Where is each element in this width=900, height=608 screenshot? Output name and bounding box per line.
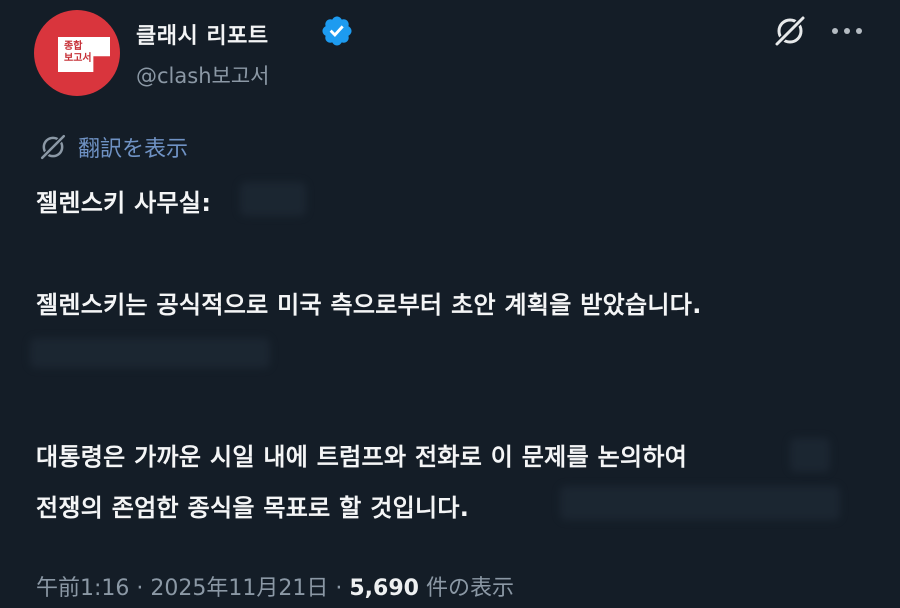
- blurred-region: [790, 438, 830, 472]
- tweet-card: 종합 보고서 클래시 리포트 @clash보고서 翻訳を表示 젤렌스키 사무실:…: [0, 0, 900, 608]
- verified-badge-icon: [322, 16, 352, 46]
- avatar-logo-text: 종합 보고서: [64, 41, 92, 64]
- more-dots-icon[interactable]: [830, 26, 864, 36]
- post-text-line: 전쟁의 존엄한 종식을 목표로 할 것입니다.: [36, 494, 470, 522]
- blurred-region: [240, 182, 306, 216]
- display-name[interactable]: 클래시 리포트: [136, 18, 269, 50]
- views-label: 件の表示: [418, 576, 514, 601]
- blurred-region: [560, 486, 840, 520]
- post-text-line: 젤렌스키는 공식적으로 미국 측으로부터 초안 계획을 받았습니다.: [36, 291, 702, 319]
- meta-separator: ·: [328, 576, 350, 601]
- post-meta: 午前1:16 · 2025年11月21日 · 5,690 件の表示: [36, 570, 514, 602]
- grok-icon[interactable]: [772, 13, 808, 49]
- post-date[interactable]: 2025年11月21日: [150, 576, 328, 601]
- post-text-line: 젤렌스키 사무실:: [36, 189, 212, 217]
- user-handle[interactable]: @clash보고서: [136, 60, 269, 90]
- post-text-line: 대통령은 가까운 시일 내에 트럼프와 전화로 이 문제를 논의하여: [36, 443, 688, 471]
- translate-label: 翻訳を表示: [78, 137, 189, 162]
- translate-link[interactable]: 翻訳を表示: [38, 131, 188, 163]
- meta-separator: ·: [129, 576, 151, 601]
- blurred-region: [30, 338, 270, 368]
- avatar[interactable]: 종합 보고서: [34, 10, 120, 96]
- grok-icon: [39, 133, 67, 161]
- views-count: 5,690: [349, 576, 419, 601]
- post-time[interactable]: 午前1:16: [36, 576, 129, 601]
